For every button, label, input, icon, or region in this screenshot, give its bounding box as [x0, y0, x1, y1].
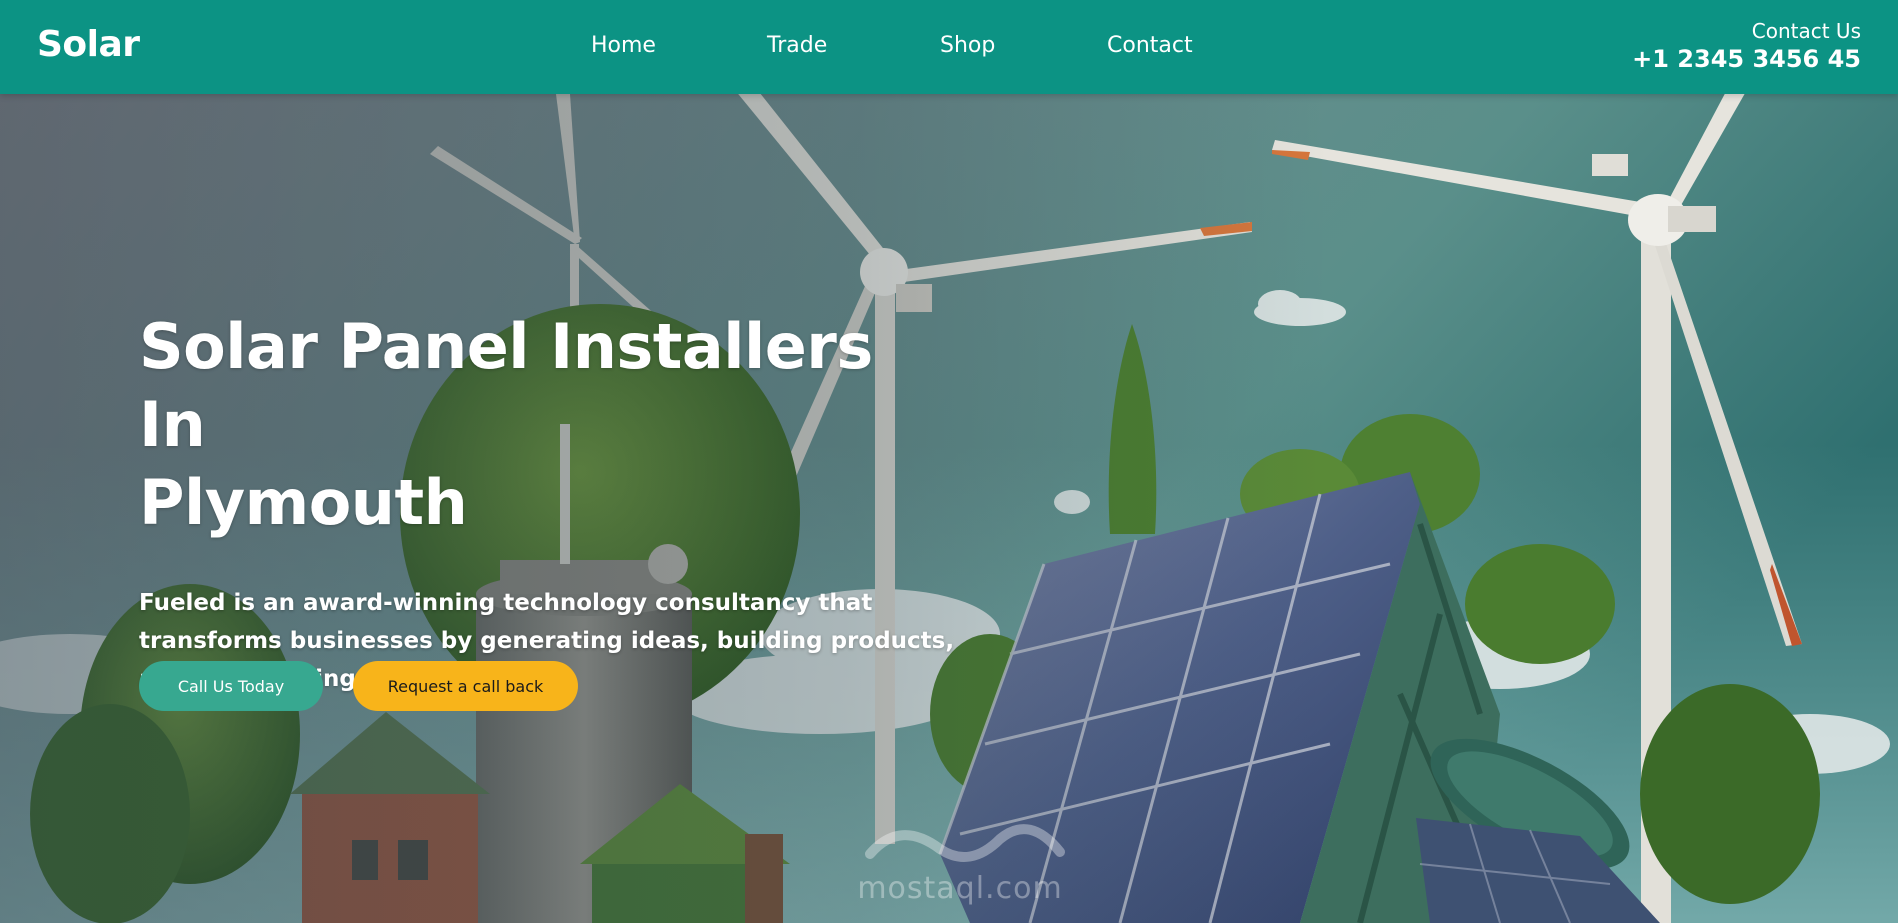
hero-title: Solar Panel Installers In Plymouth — [139, 308, 959, 542]
watermark-text: mostaql.com — [857, 871, 1063, 906]
top-navbar: Solar Home Trade Shop Contact Contact Us… — [0, 0, 1898, 94]
hero-content: Solar Panel Installers In Plymouth Fuele… — [139, 308, 959, 698]
watermark-logo: mostaql.com — [830, 814, 1090, 914]
watermark-glyph-icon — [865, 824, 1065, 862]
contact-phone[interactable]: +1 2345 3456 45 — [1632, 44, 1861, 74]
header-contact: Contact Us +1 2345 3456 45 — [1632, 18, 1861, 74]
request-callback-button[interactable]: Request a call back — [353, 661, 578, 711]
hero-title-line1: Solar Panel Installers In — [139, 310, 873, 461]
call-us-today-button[interactable]: Call Us Today — [139, 661, 323, 711]
nav-link-trade[interactable]: Trade — [767, 33, 827, 58]
contact-label: Contact Us — [1751, 19, 1861, 43]
hero-section: Solar Panel Installers In Plymouth Fuele… — [0, 94, 1898, 923]
nav-link-contact[interactable]: Contact — [1107, 33, 1193, 58]
nav-link-shop[interactable]: Shop — [940, 33, 995, 58]
main-nav: Home Trade Shop Contact — [0, 33, 1898, 63]
nav-link-home[interactable]: Home — [591, 33, 656, 58]
hero-title-line2: Plymouth — [139, 466, 468, 539]
